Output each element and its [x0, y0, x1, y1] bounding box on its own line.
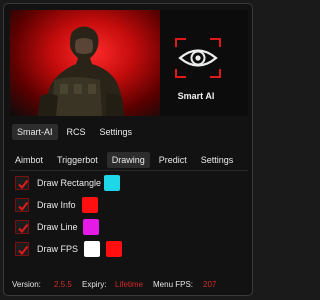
- expiry-label: Expiry:: [82, 280, 107, 289]
- draw-fps-label: Draw FPS: [37, 244, 79, 254]
- option-draw-fps: Draw FPS: [10, 241, 248, 257]
- draw-line-label: Draw Line: [37, 222, 78, 232]
- fps-color-swatch-primary[interactable]: [84, 241, 100, 257]
- option-draw-rectangle: Draw Rectangle: [10, 175, 248, 191]
- menu-fps-value: 207: [203, 280, 217, 289]
- draw-info-checkbox[interactable]: [15, 198, 29, 212]
- option-draw-line: Draw Line: [10, 219, 248, 235]
- app-window: Smart AI Smart-AI RCS Settings Aimbot Tr…: [3, 3, 253, 296]
- check-icon: [18, 245, 29, 256]
- draw-fps-checkbox[interactable]: [15, 242, 29, 256]
- expiry-value: Lifetime: [115, 280, 144, 289]
- tab-drawing[interactable]: Drawing: [106, 152, 150, 168]
- tab-triggerbot[interactable]: Triggerbot: [52, 152, 103, 168]
- sub-tabs: Aimbot Triggerbot Drawing Predict Settin…: [10, 152, 239, 168]
- tab-predict[interactable]: Predict: [153, 152, 192, 168]
- info-color-swatch[interactable]: [82, 197, 98, 213]
- tab-settings[interactable]: Settings: [94, 124, 138, 140]
- option-draw-info: Draw Info: [10, 197, 248, 213]
- version-label: Version:: [12, 280, 41, 289]
- tab-sub-settings[interactable]: Settings: [195, 152, 239, 168]
- draw-rectangle-label: Draw Rectangle: [37, 178, 102, 188]
- fps-color-swatch-secondary[interactable]: [106, 241, 122, 257]
- line-color-swatch[interactable]: [83, 219, 99, 235]
- main-tabs: Smart-AI RCS Settings: [12, 124, 138, 140]
- check-icon: [18, 201, 29, 212]
- menu-fps-label: Menu FPS:: [153, 280, 194, 289]
- tab-aimbot[interactable]: Aimbot: [10, 152, 49, 168]
- draw-line-checkbox[interactable]: [15, 220, 29, 234]
- eye-scan-icon: [175, 38, 221, 78]
- header-banner: Smart AI: [10, 10, 248, 116]
- check-icon: [18, 179, 29, 190]
- soldier-artwork: [38, 26, 124, 116]
- rectangle-color-swatch[interactable]: [104, 175, 120, 191]
- version-value: 2.5.5: [54, 280, 72, 289]
- tab-smart-ai[interactable]: Smart-AI: [12, 124, 58, 140]
- draw-info-label: Draw Info: [37, 200, 76, 210]
- check-icon: [18, 223, 29, 234]
- tab-rcs[interactable]: RCS: [61, 124, 91, 140]
- drawing-panel: Draw Rectangle Draw Info Draw Line Draw …: [10, 170, 248, 264]
- draw-rectangle-checkbox[interactable]: [15, 176, 29, 190]
- brand-name: Smart AI: [177, 91, 215, 101]
